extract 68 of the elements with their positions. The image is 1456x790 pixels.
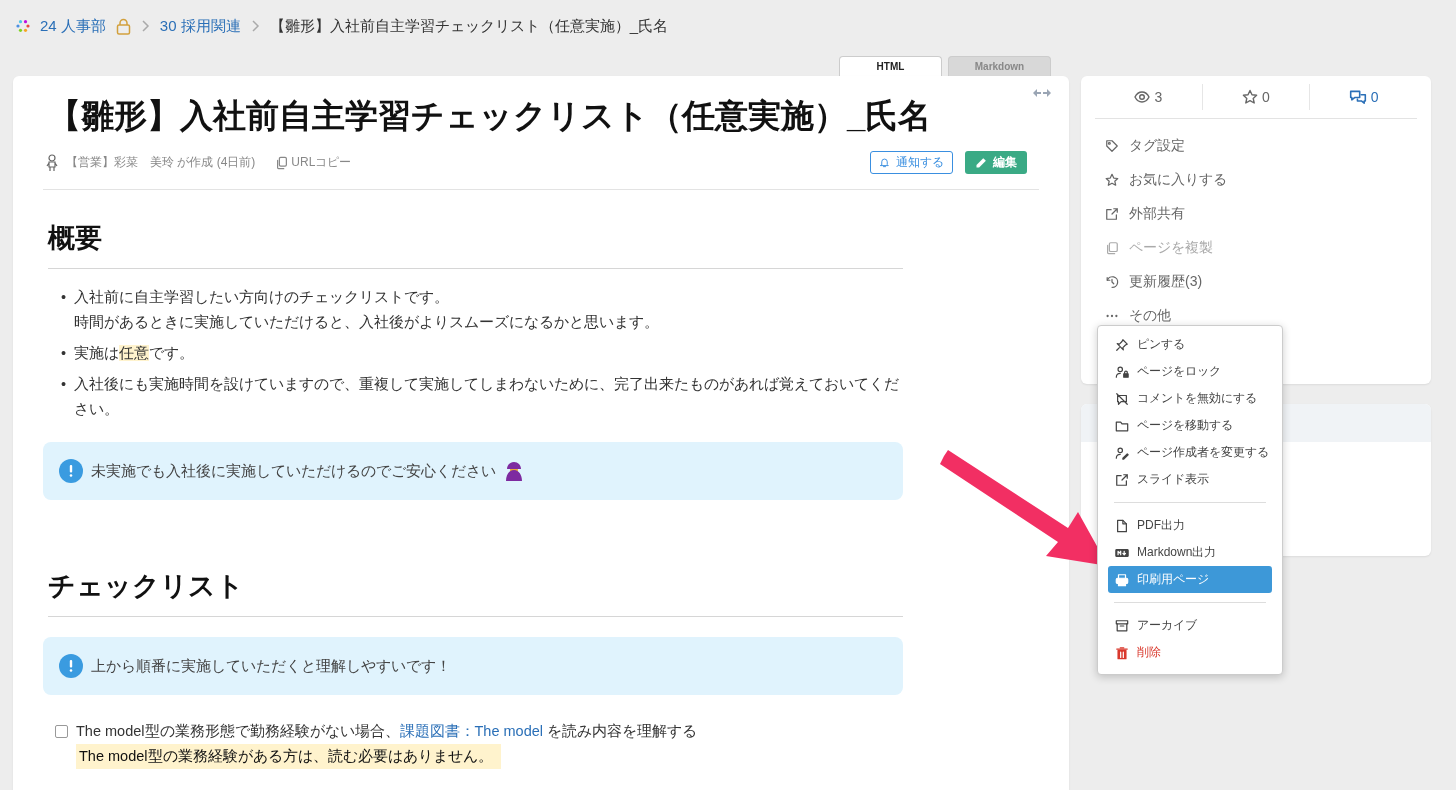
- menu-item[interactable]: アーカイブ: [1108, 612, 1272, 639]
- chevron-right-icon: [140, 19, 150, 33]
- info-icon: [59, 654, 83, 678]
- side-action[interactable]: お気に入りする: [1105, 163, 1417, 197]
- bell-icon: [879, 157, 890, 168]
- pin-icon: [1115, 337, 1129, 352]
- bullet-marker: •: [61, 375, 67, 394]
- eye-icon: [1134, 89, 1151, 105]
- bullet-marker: •: [61, 288, 67, 307]
- external-link-icon: [1105, 207, 1119, 221]
- notice-text: 上から順番に実施していただくと理解しやすいです！: [91, 656, 451, 676]
- menu-item[interactable]: ページ作成者を変更する: [1108, 439, 1272, 466]
- user-edit-icon: [1115, 445, 1129, 460]
- menu-item[interactable]: 削除: [1108, 639, 1272, 666]
- checkbox[interactable]: [55, 725, 68, 738]
- side-action[interactable]: 外部共有: [1105, 197, 1417, 231]
- printer-icon: [1115, 572, 1129, 587]
- star-icon: [1242, 89, 1259, 105]
- comment-off-icon: [1115, 391, 1129, 406]
- chevron-right-icon: [250, 19, 260, 33]
- section-heading: 概要: [48, 220, 903, 269]
- section-heading: チェックリスト: [48, 568, 903, 617]
- comment-count: 0: [1348, 88, 1379, 106]
- expand-icon[interactable]: [1033, 88, 1051, 98]
- history-icon: [1105, 275, 1119, 289]
- view-count: 3: [1134, 89, 1163, 105]
- external-link-icon: [1115, 472, 1129, 487]
- bullet-text: 実施は任意です。: [74, 344, 195, 363]
- menu-item[interactable]: PDF出力: [1108, 512, 1272, 539]
- breadcrumb-link[interactable]: 【雛形】入社前自主学習チェックリスト（任意実施）_氏名: [269, 16, 669, 36]
- logo-icon: [16, 19, 30, 33]
- avatar-icon: [46, 153, 58, 172]
- copy-icon: [1105, 241, 1119, 255]
- notice-text: 未実施でも入社後に実施していただけるのでご安心ください: [91, 461, 496, 481]
- file-icon: [1115, 518, 1129, 533]
- star-icon: [1105, 173, 1119, 187]
- notify-button[interactable]: 通知する: [870, 151, 953, 174]
- menu-item[interactable]: コメントを無効にする: [1108, 385, 1272, 412]
- breadcrumb-link[interactable]: 24 人事部: [40, 16, 106, 36]
- author-text: 【営業】彩菜 美玲 が作成 (4日前): [66, 154, 256, 171]
- bullet-marker: •: [61, 344, 67, 363]
- side-action[interactable]: タグ設定: [1105, 129, 1417, 163]
- side-action[interactable]: その他: [1105, 299, 1417, 333]
- copy-url-button[interactable]: URLコピー: [275, 154, 352, 171]
- trash-icon: [1115, 645, 1129, 660]
- breadcrumb-link[interactable]: 30 採用関連: [159, 16, 241, 36]
- page-title: 【雛形】入社前自主学習チェックリスト（任意実施）_氏名: [48, 96, 933, 136]
- tag-icon: [1105, 139, 1119, 153]
- side-action[interactable]: 更新履歴(3): [1105, 265, 1417, 299]
- person-icon: [504, 461, 524, 481]
- menu-item[interactable]: ピンする: [1108, 331, 1272, 358]
- view-tab[interactable]: HTML: [839, 56, 942, 76]
- task-note: The model型の業務経験がある方は、読む必要はありません。: [76, 744, 501, 769]
- menu-item[interactable]: スライド表示: [1108, 466, 1272, 493]
- archive-icon: [1115, 618, 1129, 633]
- bullet-text: 入社後にも実施時間を設けていますので、重複して実施してしまわないために、完了出来たものがあれば覚えておいてください。: [74, 375, 901, 419]
- bullet-text: 入社前に自主学習したい方向けのチェックリストです。 時間があるときに実施していただけると、入社後がよりスムーズになるかと思います。: [74, 288, 660, 332]
- comments-icon: [1348, 88, 1367, 106]
- user-lock-icon: [1115, 364, 1129, 379]
- pencil-icon: [975, 156, 987, 169]
- task-text: The model型の業務形態で勤務経験がない場合、課題図書：The model を読み内容を理解する: [76, 722, 698, 741]
- menu-item[interactable]: ページをロック: [1108, 358, 1272, 385]
- star-count: 0: [1242, 89, 1270, 105]
- copy-icon: [275, 155, 290, 170]
- menu-item[interactable]: Markdown出力: [1108, 539, 1272, 566]
- info-icon: [59, 459, 83, 483]
- book-link[interactable]: 課題図書：The model: [399, 723, 544, 739]
- folder-icon: [1115, 418, 1129, 433]
